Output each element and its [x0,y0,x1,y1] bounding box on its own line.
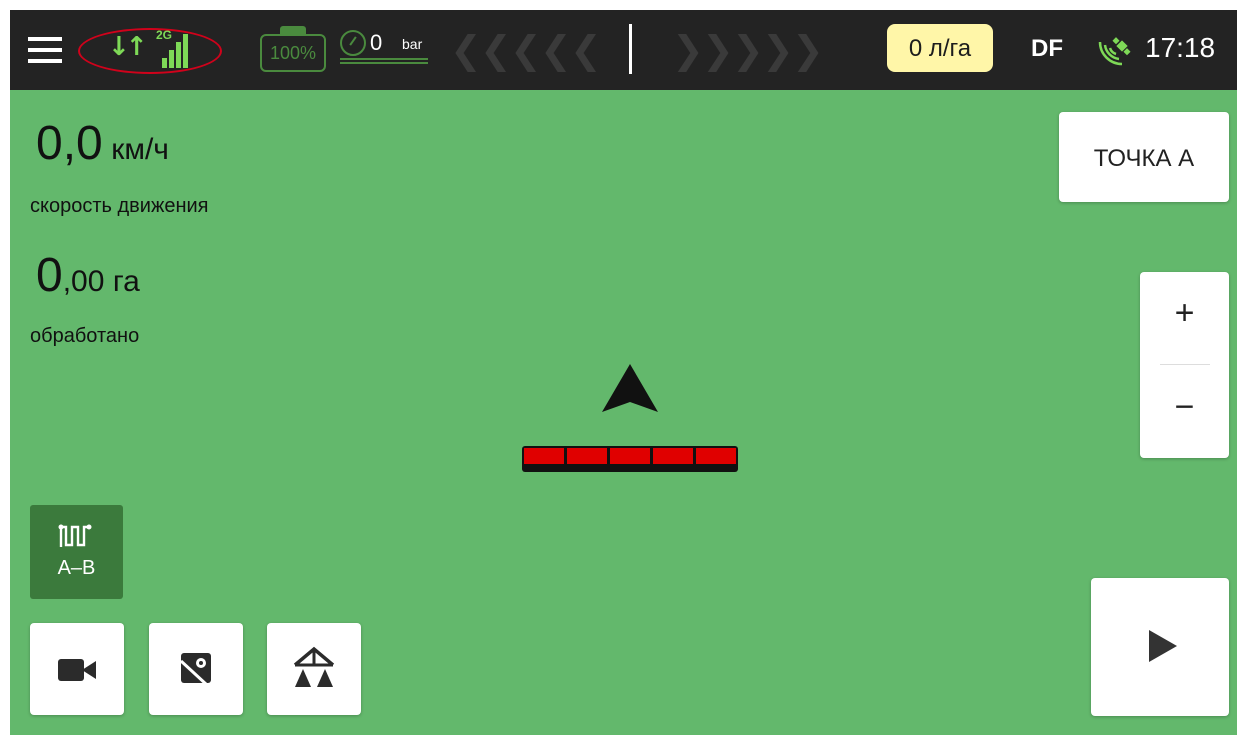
boom-bar [522,446,738,472]
zoom-in-icon: + [1174,294,1195,332]
point-a-button[interactable]: ТОЧКА А [1059,112,1229,202]
map-layers-button[interactable] [149,623,243,715]
zoom-in-button[interactable]: + [1140,272,1229,364]
speed-readout: 0,0 км/ч [36,116,336,170]
area-value-integer: 0 [36,249,63,302]
rate-value: 0 л/га [908,35,972,62]
speed-value: 0,0 [36,117,103,170]
tank-level-indicator: 100% [260,26,326,72]
lightbar-center [629,24,632,74]
pressure-value: 0 [370,30,383,55]
area-value-decimal: ,00 [62,265,105,298]
boom-section [696,448,736,464]
pressure-unit: bar [402,36,423,52]
mode-label: DF [1031,35,1063,62]
vehicle-arrow-icon [600,364,660,414]
zoom-divider [1160,364,1210,365]
boom-section [524,448,564,464]
zoom-out-icon: − [1174,388,1195,426]
network-type-label: 2G [156,28,173,42]
top-status-bar: ↓↑ 2G 100% 0 bar ❮ ❮ ❮ ❮ ❮ ❯ ❯ ❯ ❯ ❯ 0 л… [10,10,1237,90]
sprayer-icon [291,645,337,691]
boom-section [653,448,693,464]
area-readout: 0,00 га [36,248,336,302]
field-map[interactable]: 0,0 км/ч скорость движения 0,00 га обраб… [10,90,1237,735]
speed-label: скорость движения [30,195,209,217]
menu-icon[interactable] [28,37,62,63]
pattern-icon [57,523,97,549]
area-label: обработано [30,325,140,347]
tank-icon [280,26,306,34]
signal-icon: 2G [156,28,196,68]
boom-section [610,448,650,464]
ab-line-mode-button[interactable]: A–B [30,505,123,599]
zoom-controls: + − [1140,272,1229,458]
data-transfer-icon: ↓↑ [108,32,148,62]
play-icon [1149,630,1177,662]
map-off-icon [177,649,217,689]
speed-unit: км/ч [111,133,169,166]
zoom-out-button[interactable]: − [1140,366,1229,458]
camera-button[interactable] [30,623,124,715]
point-a-label: ТОЧКА А [1093,145,1195,172]
start-button[interactable] [1091,578,1229,716]
video-camera-icon [58,659,98,681]
pressure-gauge-icon [340,30,366,56]
sprayer-settings-button[interactable] [267,623,361,715]
network-highlight-ring [78,28,222,74]
gps-satellite-icon [1094,30,1134,70]
area-unit: га [112,265,140,298]
boom-section [567,448,607,464]
tank-percent: 100% [269,43,317,63]
ab-mode-label: A–B [57,557,96,579]
clock: 17:18 [1145,32,1216,63]
application-rate-badge[interactable]: 0 л/га [887,24,993,72]
pressure-indicator: 0 bar [340,26,430,74]
